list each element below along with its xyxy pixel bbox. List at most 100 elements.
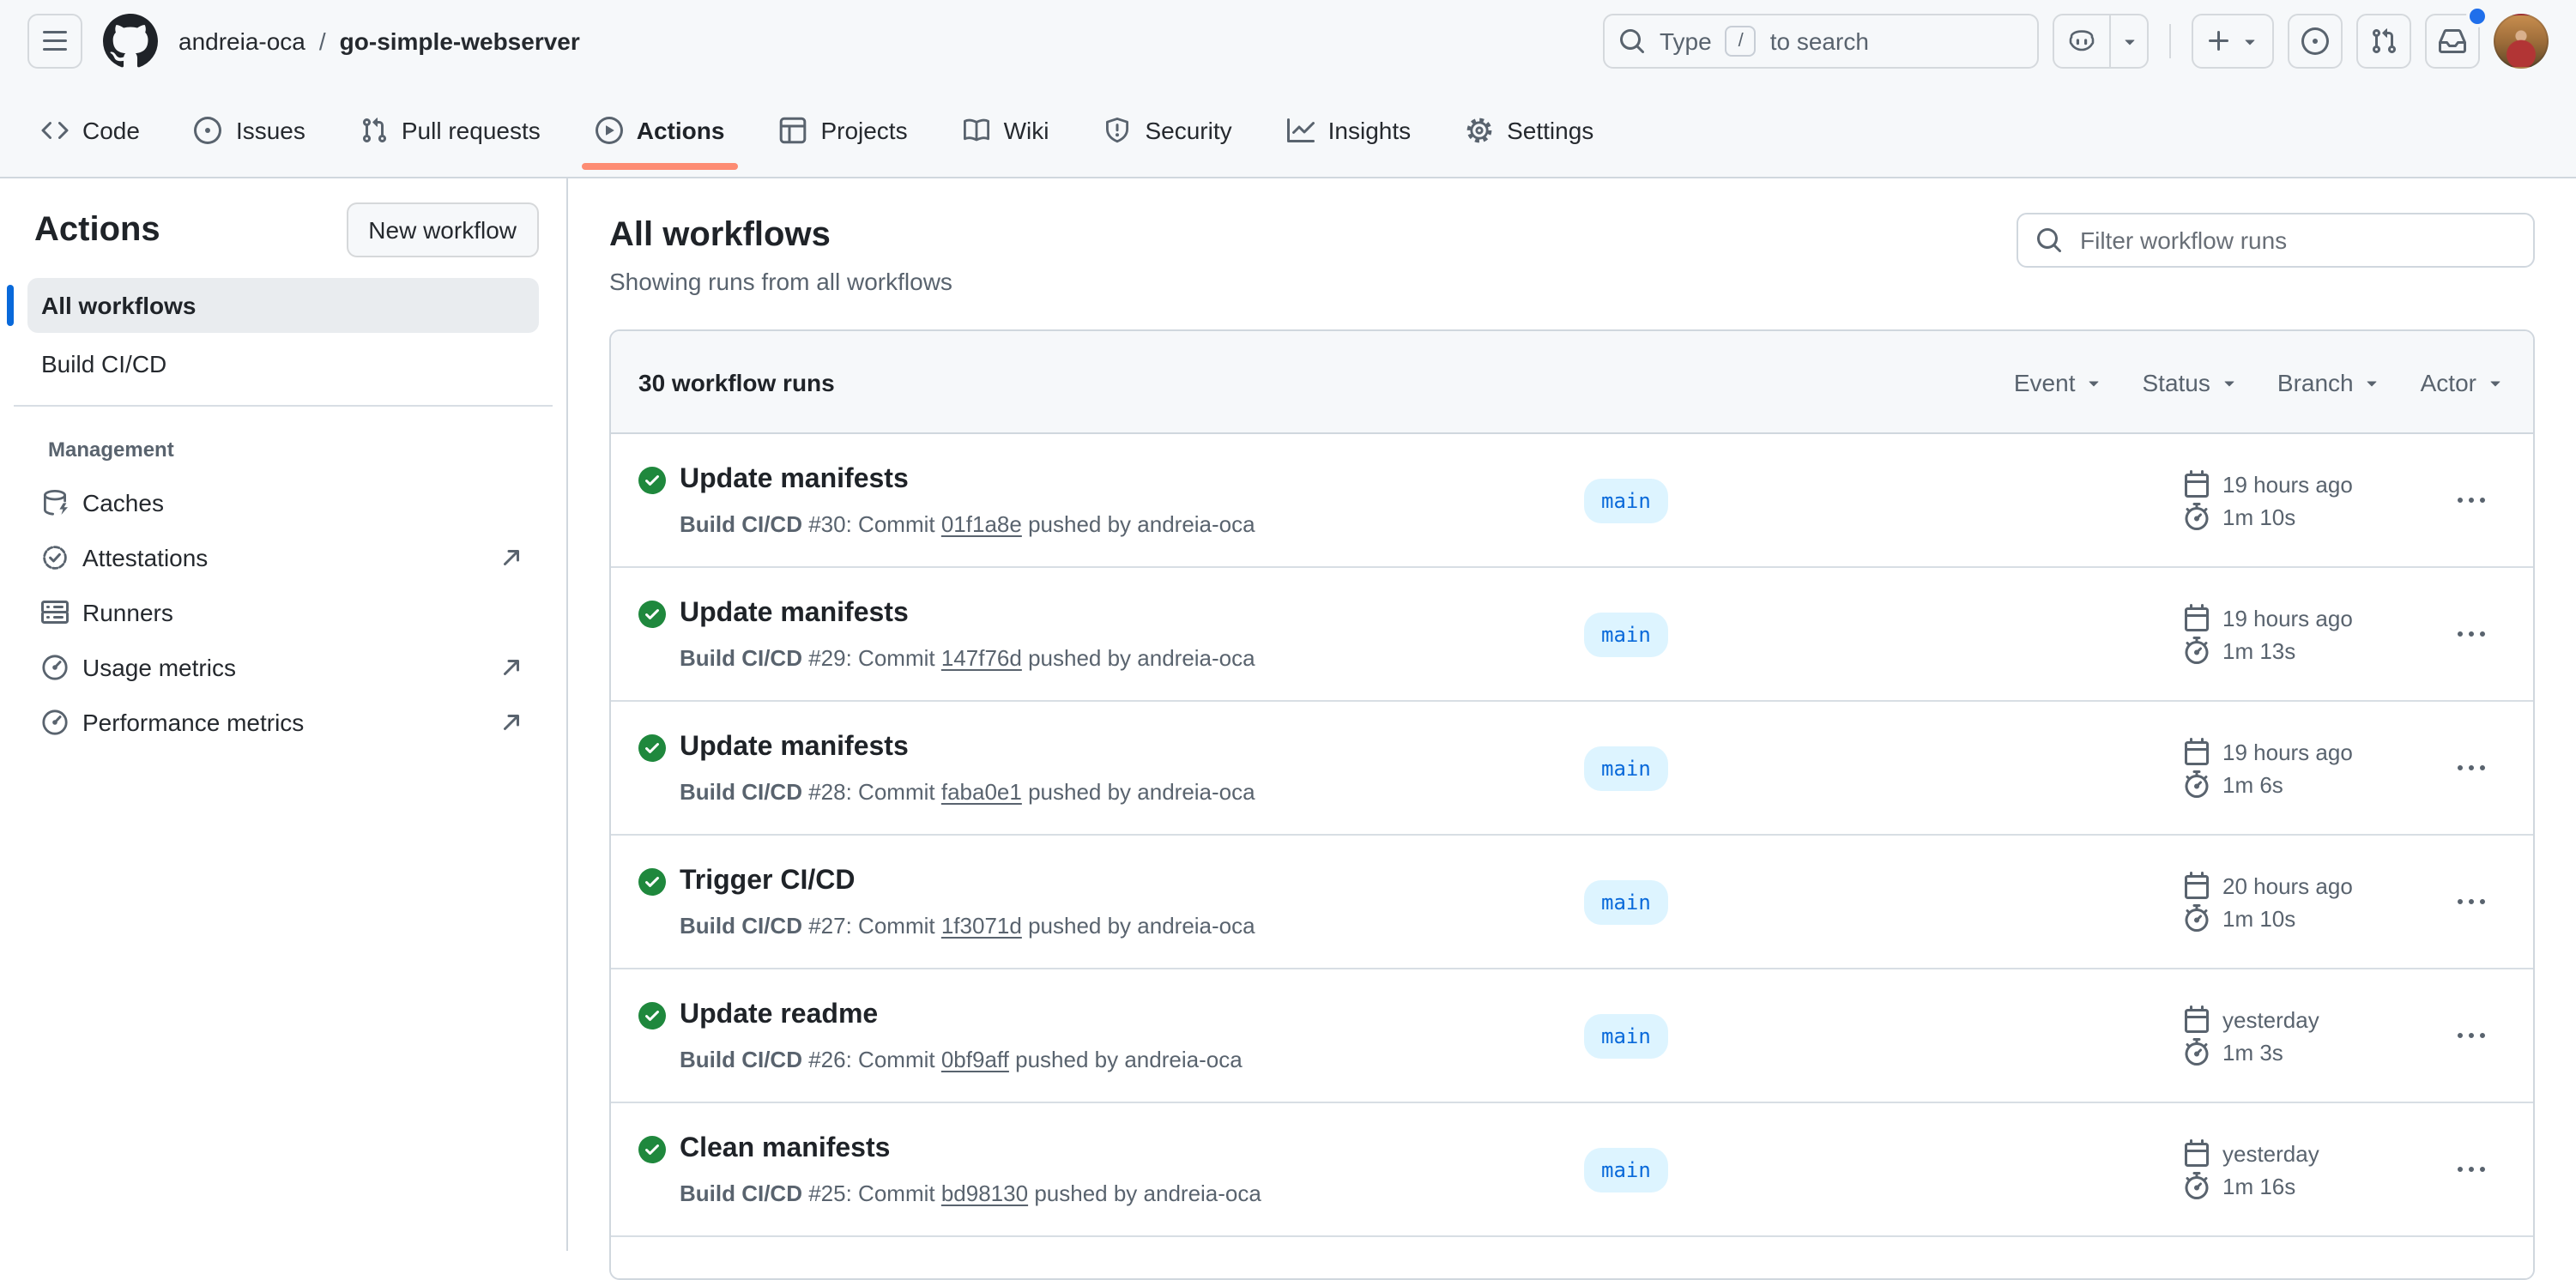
branch-badge[interactable]: main [1584,612,1668,656]
tab-label: Code [82,116,140,143]
repo-nav-tab[interactable]: Actions [582,82,739,177]
avatar[interactable] [2494,14,2549,69]
branch-badge[interactable]: main [1584,1147,1668,1192]
repo-nav-tab[interactable]: Issues [181,82,319,177]
server-icon [41,599,69,626]
run-workflow-name: Build CI/CD [680,1180,802,1206]
commit-link[interactable]: 147f76d [941,645,1022,671]
branch-badge[interactable]: main [1584,478,1668,522]
kebab-horizontal-icon [2458,620,2485,648]
arrow-up-right-icon [498,544,525,571]
stopwatch-icon [2183,770,2210,798]
run-options-kebab-button[interactable] [2444,1008,2499,1063]
management-item[interactable]: Performance metrics [27,695,539,750]
triangle-down-icon [2485,371,2506,392]
inbox-button[interactable] [2425,14,2480,69]
run-age: 19 hours ago [2183,738,2437,765]
workflow-run-row: Update manifests Build CI/CD #28: Commit… [611,702,2533,836]
github-logo-icon[interactable] [103,14,158,69]
repo-nav-tab[interactable]: Wiki [949,82,1063,177]
run-duration: 1m 6s [2183,770,2437,798]
run-options-kebab-button[interactable] [2444,740,2499,795]
commit-link[interactable]: faba0e1 [941,779,1022,805]
hamburger-menu-button[interactable] [27,14,82,69]
repo-nav-tab[interactable]: Projects [765,82,921,177]
management-item[interactable]: Usage metrics [27,640,539,695]
breadcrumb-owner-link[interactable]: andreia-oca [178,27,305,55]
management-item-label: Attestations [82,544,208,571]
calendar-icon [2183,738,2210,765]
notification-dot [2470,9,2485,24]
run-timing: 19 hours ago 1m 10s [2183,470,2437,530]
run-age-text: yesterday [2222,1140,2319,1166]
run-branch-column: main [1584,612,1668,656]
workflow-nav-item[interactable]: All workflows [27,278,539,333]
runs-filter-dropdown[interactable]: Branch [2277,368,2383,395]
run-options-kebab-button[interactable] [2444,874,2499,929]
copilot-dropdown-button[interactable] [2109,15,2147,67]
filter-workflow-runs-input[interactable] [2077,225,2516,256]
run-duration-text: 1m 3s [2222,1039,2283,1065]
run-duration-text: 1m 10s [2222,504,2295,529]
breadcrumb: andreia-oca / go-simple-webserver [178,27,580,55]
pull-requests-header-button[interactable] [2356,14,2411,69]
run-description: Build CI/CD #27: Commit 1f3071d pushed b… [680,911,1255,942]
run-branch-column: main [1584,879,1668,924]
calendar-icon [2183,872,2210,899]
workflow-nav-item[interactable]: Build CI/CD [27,336,539,391]
search-placeholder-suffix: to search [1770,27,1869,55]
success-check-icon [638,734,666,808]
repo-nav-tab[interactable]: Insights [1273,82,1425,177]
run-options-kebab-button[interactable] [2444,1142,2499,1197]
run-title-link[interactable]: Update manifests [680,728,1255,769]
repo-nav-tab[interactable]: Code [27,82,154,177]
management-item[interactable]: Attestations [27,530,539,585]
issues-header-button[interactable] [2288,14,2343,69]
success-check-icon [638,868,666,942]
run-title-link[interactable]: Update manifests [680,594,1255,635]
run-options-kebab-button[interactable] [2444,473,2499,528]
run-number-text: #30: Commit [802,511,941,537]
breadcrumb-repo-link[interactable]: go-simple-webserver [340,27,580,55]
run-duration-text: 1m 16s [2222,1173,2295,1198]
run-timing: 20 hours ago 1m 10s [2183,872,2437,932]
meter-icon [41,654,69,681]
run-title-link[interactable]: Update readme [680,995,1243,1036]
repo-nav-tab[interactable]: Pull requests [347,82,554,177]
stopwatch-icon [2183,1038,2210,1066]
commit-link[interactable]: 0bf9aff [941,1047,1009,1072]
new-workflow-button[interactable]: New workflow [346,202,539,257]
repo-nav-tab[interactable]: Settings [1452,82,1607,177]
run-duration-text: 1m 6s [2222,771,2283,797]
runs-filter-dropdown[interactable]: Actor [2421,368,2506,395]
run-title-link[interactable]: Clean manifests [680,1129,1261,1170]
branch-badge[interactable]: main [1584,879,1668,924]
repo-nav-tab[interactable]: Security [1090,82,1245,177]
runs-filter-dropdown[interactable]: Event [2014,368,2105,395]
workflow-runs-list: Update manifests Build CI/CD #30: Commit… [611,434,2533,1237]
runs-filter-dropdown[interactable]: Status [2143,368,2240,395]
branch-badge[interactable]: main [1584,1013,1668,1058]
graph-icon [1287,116,1315,143]
workflow-run-row: Clean manifests Build CI/CD #25: Commit … [611,1103,2533,1237]
run-age-text: 19 hours ago [2222,605,2353,631]
commit-link[interactable]: 01f1a8e [941,511,1022,537]
run-duration: 1m 3s [2183,1038,2437,1066]
run-timing: 19 hours ago 1m 6s [2183,738,2437,798]
run-age: 20 hours ago [2183,872,2437,899]
commit-link[interactable]: bd98130 [941,1180,1028,1206]
tab-label: Pull requests [402,116,541,143]
run-title-link[interactable]: Update manifests [680,460,1255,501]
run-summary: Update readme Build CI/CD #26: Commit 0b… [638,995,1584,1076]
copilot-button[interactable] [2054,15,2109,67]
management-item[interactable]: Runners [27,585,539,640]
global-search-input[interactable]: Type / to search [1603,14,2039,69]
create-new-button[interactable] [2192,14,2274,69]
run-title-link[interactable]: Trigger CI/CD [680,861,1255,903]
run-options-kebab-button[interactable] [2444,607,2499,661]
run-description: Build CI/CD #25: Commit bd98130 pushed b… [680,1179,1261,1210]
commit-link[interactable]: 1f3071d [941,913,1022,939]
management-item[interactable]: Caches [27,475,539,530]
branch-badge[interactable]: main [1584,746,1668,790]
runs-filters: Event Status [2014,368,2506,395]
